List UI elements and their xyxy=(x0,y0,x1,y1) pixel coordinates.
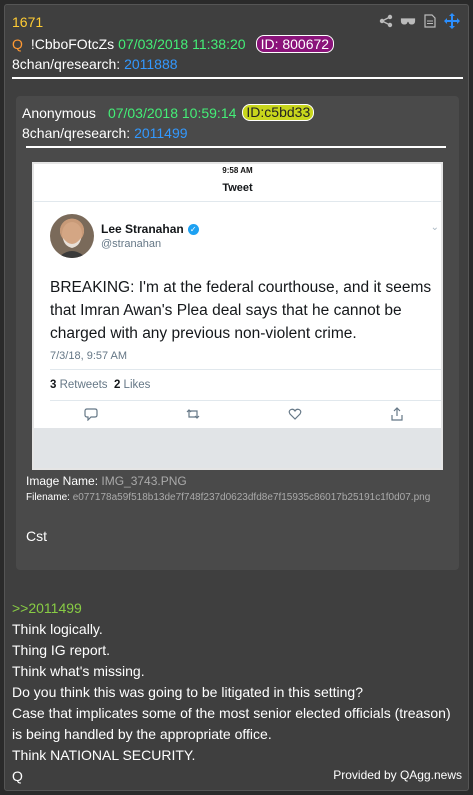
body-line: Do you think this was going to be litiga… xyxy=(12,684,363,700)
quoted-author: Anonymous xyxy=(22,104,96,121)
post-header: Q !CbboFOtcZs 07/03/2018 11:38:20 ID: 80… xyxy=(12,35,335,53)
quoted-id-badge: ID:c5bd33 xyxy=(242,104,315,121)
poster-id-badge: ID: 800672 xyxy=(255,35,335,53)
body-line: is being handled by the appropriate offi… xyxy=(12,726,272,742)
board-post-link[interactable]: 2011888 xyxy=(124,56,177,72)
quoted-post: Anonymous 07/03/2018 10:59:14 ID:c5bd33 … xyxy=(16,96,459,570)
document-icon[interactable] xyxy=(422,13,438,29)
share-icon[interactable] xyxy=(378,13,394,29)
tweet-divider xyxy=(50,369,441,370)
tweet-text: BREAKING: I'm at the federal courthouse,… xyxy=(50,279,432,342)
footer-credit: Provided by QAgg.news xyxy=(333,768,462,782)
tweet-header-divider xyxy=(34,201,441,202)
quoted-post-header: Anonymous 07/03/2018 10:59:14 ID:c5bd33 xyxy=(22,104,315,121)
body-line: Think what's missing. xyxy=(12,663,145,679)
board-line: 8chan/qresearch: 2011888 xyxy=(12,56,178,72)
quoted-body-text: Cst xyxy=(26,528,47,544)
post-datetime: 07/03/2018 11:38:20 xyxy=(118,36,246,52)
filename-value[interactable]: e077178a59f518b13de7f748f237d0623dfd8e7f… xyxy=(73,492,431,503)
retweet-icon xyxy=(186,409,200,419)
quoted-datetime: 07/03/2018 10:59:14 xyxy=(107,104,237,121)
tripcode: !CbboFOtcZs xyxy=(30,36,115,52)
board-label: 8chan/qresearch: xyxy=(12,56,121,72)
post-number: 1671 xyxy=(12,14,44,30)
body-line: Think logically. xyxy=(12,621,103,637)
tweet-actions xyxy=(84,407,404,421)
reply-link[interactable]: >>2011499 xyxy=(12,598,451,619)
share-tweet-icon xyxy=(391,407,403,421)
retweets-count: 3 xyxy=(50,379,57,391)
verified-icon: ✓ xyxy=(187,223,199,235)
image-name-value[interactable]: IMG_3743.PNG xyxy=(101,474,186,488)
move-icon[interactable] xyxy=(444,13,460,29)
post-toolbar xyxy=(378,13,460,29)
quoted-divider xyxy=(26,146,446,148)
image-name-line: Image Name: IMG_3743.PNG xyxy=(26,474,187,488)
body-line: Think NATIONAL SECURITY. xyxy=(12,747,196,763)
tweet-handle: @stranahan xyxy=(101,238,162,250)
tweet-divider-2 xyxy=(50,400,441,401)
body-line: Case that implicates some of the most se… xyxy=(12,705,451,721)
post-card: 1671 Q !CbboFOtcZs 07/03/2018 11:38:20 I… xyxy=(4,4,469,791)
likes-label: Likes xyxy=(123,379,151,391)
tweet-screenshot[interactable]: 9:58 AM Tweet Lee Stranahan ✓ @stranahan… xyxy=(32,162,443,470)
filename-label: Filename: xyxy=(26,492,70,503)
quoted-board-post-link[interactable]: 2011499 xyxy=(134,125,187,141)
quoted-board-line: 8chan/qresearch: 2011499 xyxy=(22,125,188,141)
quoted-board-label: 8chan/qresearch: xyxy=(22,125,131,141)
post-body: >>2011499 Think logically. Thing IG repo… xyxy=(12,598,451,787)
tweet-timestamp: 7/3/18, 9:57 AM xyxy=(50,350,128,362)
reply-icon xyxy=(84,408,98,421)
tweet-author: Lee Stranahan ✓ xyxy=(101,222,199,236)
tweet-footer-area xyxy=(34,428,441,468)
image-name-label: Image Name: xyxy=(26,474,99,488)
tweet-author-name: Lee Stranahan xyxy=(101,222,184,236)
body-line: Thing IG report. xyxy=(12,642,111,658)
header-divider xyxy=(12,77,463,79)
q-marker: Q xyxy=(12,36,23,52)
glasses-icon[interactable] xyxy=(400,13,416,29)
likes-count: 2 xyxy=(113,379,121,391)
tweet-stats: 3 Retweets 2 Likes xyxy=(50,379,150,391)
retweets-label: Retweets xyxy=(59,379,108,391)
tweet-status-time: 9:58 AM xyxy=(222,166,253,175)
tweet-header-title: Tweet xyxy=(222,182,253,194)
heart-icon xyxy=(288,408,302,420)
chevron-down-icon: ⌄ xyxy=(430,222,439,233)
avatar xyxy=(50,214,94,258)
filename-line: Filename: e077178a59f518b13de7f748f237d0… xyxy=(26,492,430,503)
